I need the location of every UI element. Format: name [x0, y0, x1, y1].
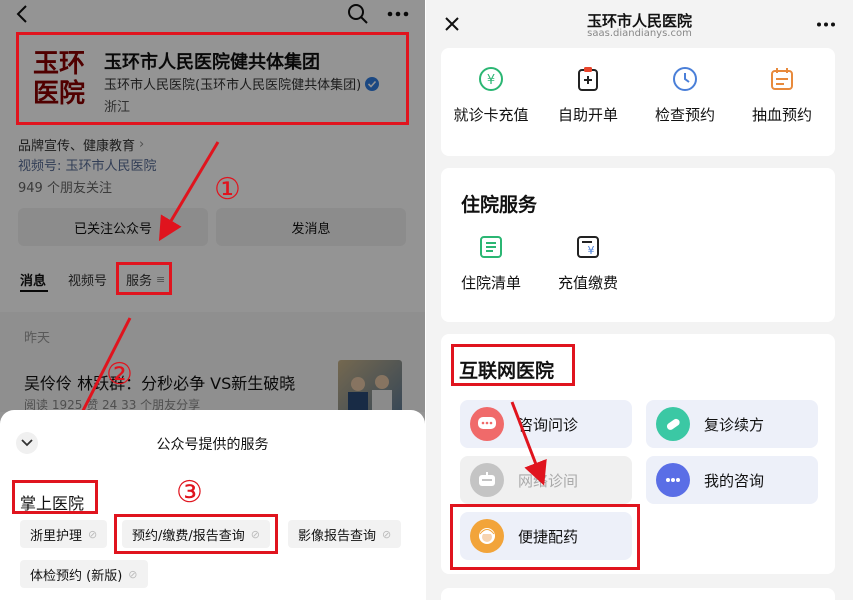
annotation-box-chip	[114, 514, 278, 554]
link-icon: ⊘	[382, 527, 392, 541]
services-sheet: 公众号提供的服务 掌上医院 ③ 浙里护理 ⊘ 预约/缴费/报告查询 ⊘ 影像报告查询…	[0, 410, 425, 600]
official-account-panel: 玉环医院 玉环市人民医院健共体集团 玉环市人民医院(玉环市人民医院健共体集团) …	[0, 0, 425, 600]
annotation-number-3: ③	[176, 475, 203, 510]
annotation-arrow-right	[510, 401, 547, 486]
chip-nursing[interactable]: 浙里护理 ⊘	[20, 520, 108, 548]
link-icon: ⊘	[128, 567, 138, 581]
chip-imaging-label: 影像报告查询	[298, 528, 377, 544]
annotation-box-section	[12, 480, 98, 514]
chip-imaging-report[interactable]: 影像报告查询 ⊘	[288, 520, 402, 548]
chip-physical-exam[interactable]: 体检预约 (新版) ⊘	[20, 560, 148, 588]
sheet-title: 公众号提供的服务	[156, 437, 269, 453]
chip-physical-exam-label: 体检预约 (新版)	[30, 568, 123, 584]
annotation-arrow-1	[158, 141, 220, 242]
annotation-arrows-right	[510, 401, 547, 486]
link-icon: ⊘	[88, 527, 98, 541]
chip-nursing-label: 浙里护理	[30, 528, 83, 544]
hospital-webapp-panel: 玉环市人民医院 saas.diandianys.com ¥ 就诊卡充值 自助开单…	[426, 0, 853, 600]
